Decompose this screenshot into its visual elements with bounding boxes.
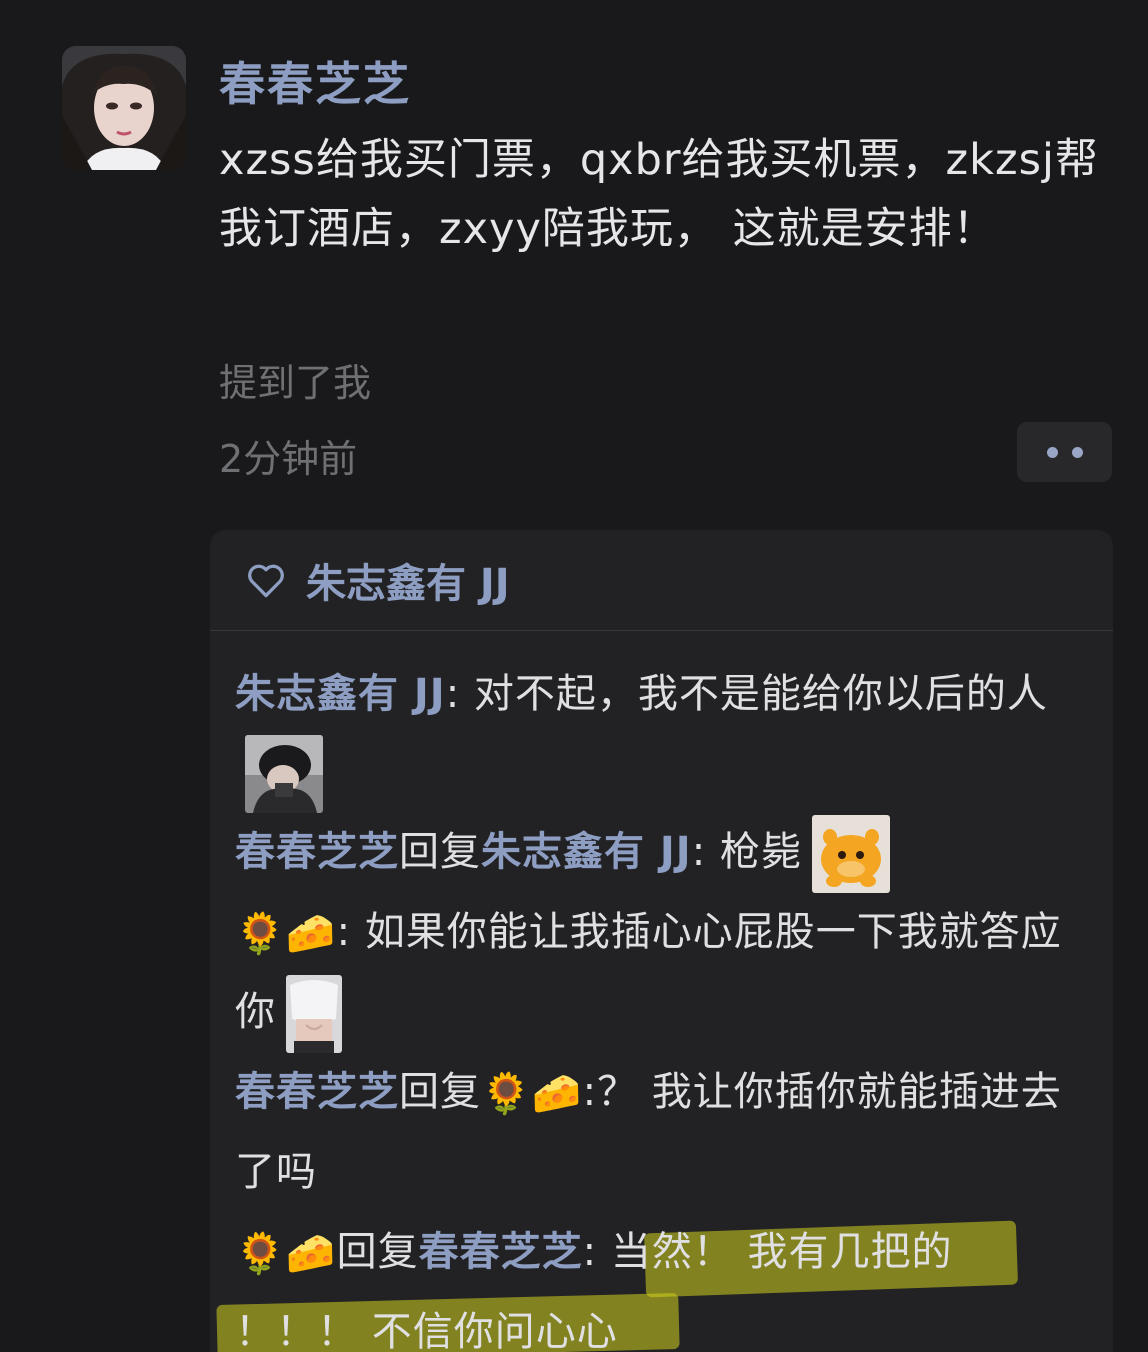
author-avatar[interactable]: [62, 46, 186, 170]
comment-item: 🌻🧀回复春春芝芝: 当然！ 我有几把的 ！！！ 不信你问心心: [216, 1213, 1090, 1352]
heart-icon[interactable]: [244, 558, 288, 602]
sticker-thumbnail[interactable]: [811, 815, 890, 893]
likes-row: 朱志鑫有 JJ: [210, 530, 1113, 631]
reply-target-emoji-name[interactable]: 🌻🧀: [481, 1071, 583, 1117]
liker-name[interactable]: 朱志鑫有 JJ: [306, 551, 510, 609]
comment-text: 枪毙: [719, 829, 802, 875]
post-text: xzss给我买门票，qxbr给我买机票，zkzsj帮我订酒店，zxyy陪我玩， …: [219, 135, 1099, 254]
separator: :: [691, 829, 720, 875]
separator: :: [582, 1069, 598, 1115]
more-dot-icon: [1071, 446, 1083, 458]
comment-image-thumbnail[interactable]: [245, 735, 323, 813]
comment-item: 🌻🧀: 如果你能让我插心心屁股一下我就答应你: [235, 893, 1090, 1053]
comment-item: 春春芝芝回复🌻🧀:？ 我让你插你就能插进去了吗: [235, 1053, 1090, 1211]
author-name[interactable]: 春春芝芝: [219, 48, 411, 114]
comment-text: 当然！ 我有几把的: [610, 1229, 953, 1275]
reply-label: 回复: [336, 1229, 419, 1275]
reply-label: 回复: [399, 1069, 481, 1115]
comment-text: ！！！ 不信你问心心: [235, 1309, 618, 1352]
reply-target-name[interactable]: 春春芝芝: [419, 1229, 583, 1275]
comment-text: 对不起，我不是能给你以后的人: [473, 671, 1048, 717]
commenter-name[interactable]: 春春芝芝: [235, 1069, 399, 1115]
commenter-name[interactable]: 朱志鑫有 JJ: [235, 671, 446, 717]
interaction-card: 朱志鑫有 JJ 朱志鑫有 JJ: 对不起，我不是能给你以后的人 春春芝芝回复朱志…: [210, 530, 1113, 1352]
commenter-emoji-name[interactable]: 🌻🧀: [235, 1231, 337, 1277]
comment-image-thumbnail[interactable]: [286, 975, 342, 1053]
reply-label: 回复: [399, 829, 481, 875]
separator: :: [582, 1229, 611, 1275]
mention-label: 提到了我: [219, 361, 372, 405]
more-options-button[interactable]: [1017, 422, 1112, 482]
commenter-name[interactable]: 春春芝芝: [235, 829, 399, 875]
separator: :: [445, 671, 474, 717]
comment-item: 春春芝芝回复朱志鑫有 JJ: 枪毙: [235, 813, 1090, 893]
commenter-emoji-name[interactable]: 🌻🧀: [235, 911, 337, 957]
reply-target-name[interactable]: 朱志鑫有 JJ: [481, 829, 692, 875]
separator: :: [336, 909, 365, 955]
comment-list: 朱志鑫有 JJ: 对不起，我不是能给你以后的人 春春芝芝回复朱志鑫有 JJ: 枪…: [210, 631, 1090, 1352]
post-timestamp: 2分钟前: [219, 437, 358, 481]
comment-item: 朱志鑫有 JJ: 对不起，我不是能给你以后的人: [235, 655, 1090, 813]
more-dot-icon: [1046, 446, 1058, 458]
